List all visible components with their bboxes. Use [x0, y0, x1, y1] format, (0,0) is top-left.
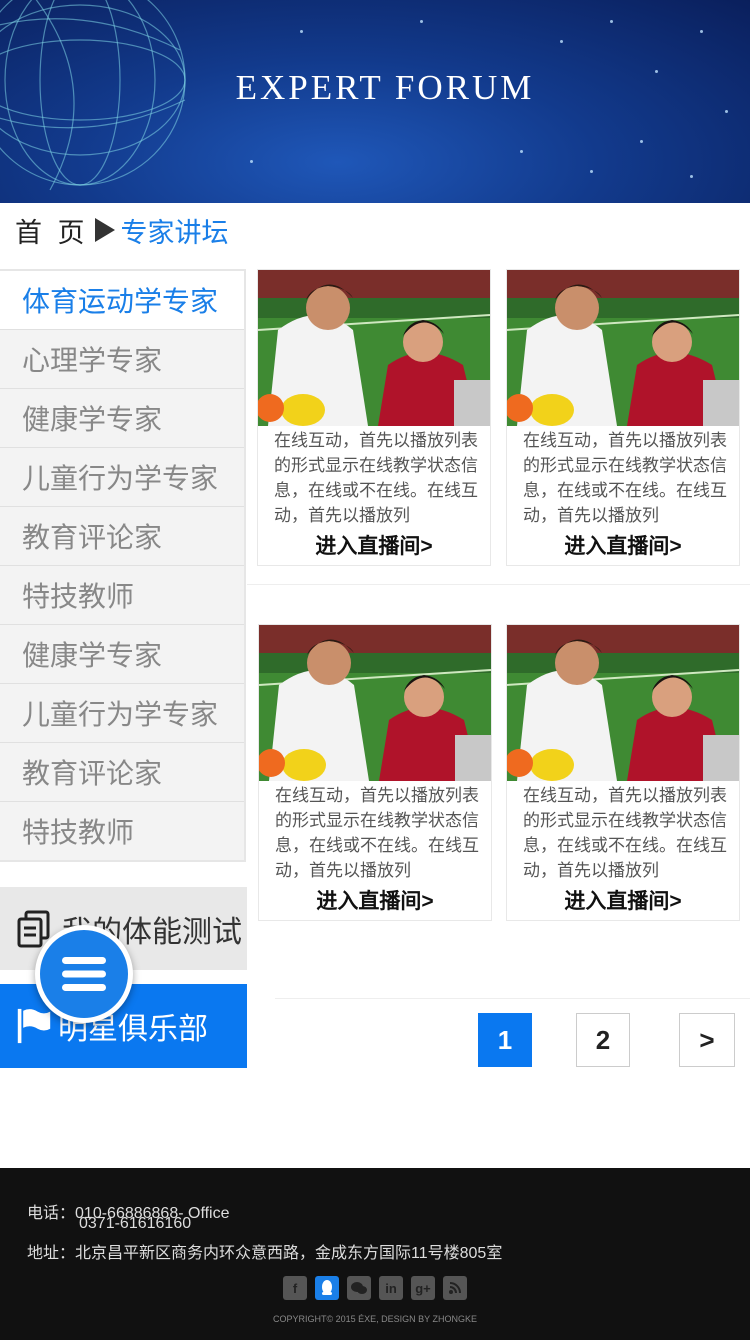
- triangle-right-icon: [94, 218, 115, 242]
- expert-card[interactable]: 在线互动，首先以播放列表的形式显示在线教学状态信息，在线或不在线。在线互动，首先…: [506, 269, 740, 566]
- breadcrumb-current: 专家讲坛: [120, 217, 229, 248]
- card-description: 在线互动，首先以播放列表的形式显示在线教学状态信息，在线或不在线。在线互动，首先…: [523, 786, 727, 880]
- menu-item-health-expert-2[interactable]: 健康学专家: [0, 625, 244, 684]
- address-text: 北京昌平新区商务内环众意西路，金成东方国际11号楼805室: [75, 1245, 503, 1262]
- enter-live-room-link[interactable]: 进入直播间>: [259, 885, 491, 915]
- page-button-2[interactable]: 2: [576, 1013, 630, 1067]
- menu-item-child-behavior-expert-2[interactable]: 儿童行为学专家: [0, 684, 244, 743]
- card-description: 在线互动，首先以播放列表的形式显示在线教学状态信息，在线或不在线。在线互动，首先…: [275, 786, 479, 880]
- menu-item-child-behavior-expert[interactable]: 儿童行为学专家: [0, 448, 244, 507]
- card-photo: [258, 270, 490, 426]
- card-description: 在线互动，首先以播放列表的形式显示在线教学状态信息，在线或不在线。在线互动，首先…: [274, 431, 478, 525]
- facebook-icon[interactable]: f: [283, 1276, 307, 1300]
- qq-icon[interactable]: [315, 1276, 339, 1300]
- menu-fab-button[interactable]: [35, 925, 133, 1023]
- linkedin-icon[interactable]: in: [379, 1276, 403, 1300]
- hero-banner: EXPERT FORUM: [0, 0, 750, 203]
- banner-title: EXPERT FORUM: [235, 68, 535, 107]
- copyright-text: COPYRIGHT© 2015 ÉXE, DESIGN BY ZHONGKE: [272, 1314, 478, 1324]
- category-menu: 体育运动学专家 心理学专家 健康学专家 儿童行为学专家 教育评论家 特技教师 健…: [0, 269, 246, 862]
- address-label: 地址：: [27, 1245, 76, 1262]
- page-button-1[interactable]: 1: [478, 1013, 532, 1067]
- menu-item-psychology-expert[interactable]: 心理学专家: [0, 330, 244, 389]
- menu-item-education-critic[interactable]: 教育评论家: [0, 507, 244, 566]
- breadcrumb: 首 页 专家讲坛: [15, 210, 229, 250]
- expert-card[interactable]: 在线互动，首先以播放列表的形式显示在线教学状态信息，在线或不在线。在线互动，首先…: [506, 624, 740, 921]
- enter-live-room-link[interactable]: 进入直播间>: [258, 530, 490, 560]
- phone-label: 电话：: [27, 1205, 76, 1222]
- flag-icon: [16, 1006, 52, 1046]
- rss-icon[interactable]: [443, 1276, 467, 1300]
- enter-live-room-link[interactable]: 进入直播间>: [507, 885, 739, 915]
- breadcrumb-home[interactable]: 首 页: [15, 211, 89, 250]
- menu-item-sports-expert[interactable]: 体育运动学专家: [0, 271, 244, 330]
- menu-item-stunt-teacher[interactable]: 特技教师: [0, 566, 244, 625]
- social-links: f in g+: [283, 1276, 467, 1300]
- pagination-divider: [275, 998, 750, 999]
- card-description: 在线互动，首先以播放列表的形式显示在线教学状态信息，在线或不在线。在线互动，首先…: [523, 431, 727, 525]
- expert-card[interactable]: 在线互动，首先以播放列表的形式显示在线教学状态信息，在线或不在线。在线互动，首先…: [257, 269, 491, 566]
- wechat-icon[interactable]: [347, 1276, 371, 1300]
- card-photo: [259, 625, 491, 781]
- menu-item-health-expert[interactable]: 健康学专家: [0, 389, 244, 448]
- next-page-button[interactable]: >: [679, 1013, 735, 1067]
- menu-item-education-critic-2[interactable]: 教育评论家: [0, 743, 244, 802]
- hamburger-icon: [62, 957, 106, 991]
- footer-address-line: 地址：北京昌平新区商务内环众意西路，金成东方国际11号楼805室: [27, 1239, 502, 1263]
- phone-secondary: 0371-61616160: [79, 1215, 192, 1232]
- row-divider: [247, 584, 750, 585]
- card-photo: [507, 270, 739, 426]
- menu-item-stunt-teacher-2[interactable]: 特技教师: [0, 802, 244, 860]
- card-photo: [507, 625, 739, 781]
- enter-live-room-link[interactable]: 进入直播间>: [507, 530, 739, 560]
- google-plus-icon[interactable]: g+: [411, 1276, 435, 1300]
- expert-card[interactable]: 在线互动，首先以播放列表的形式显示在线教学状态信息，在线或不在线。在线互动，首先…: [258, 624, 492, 921]
